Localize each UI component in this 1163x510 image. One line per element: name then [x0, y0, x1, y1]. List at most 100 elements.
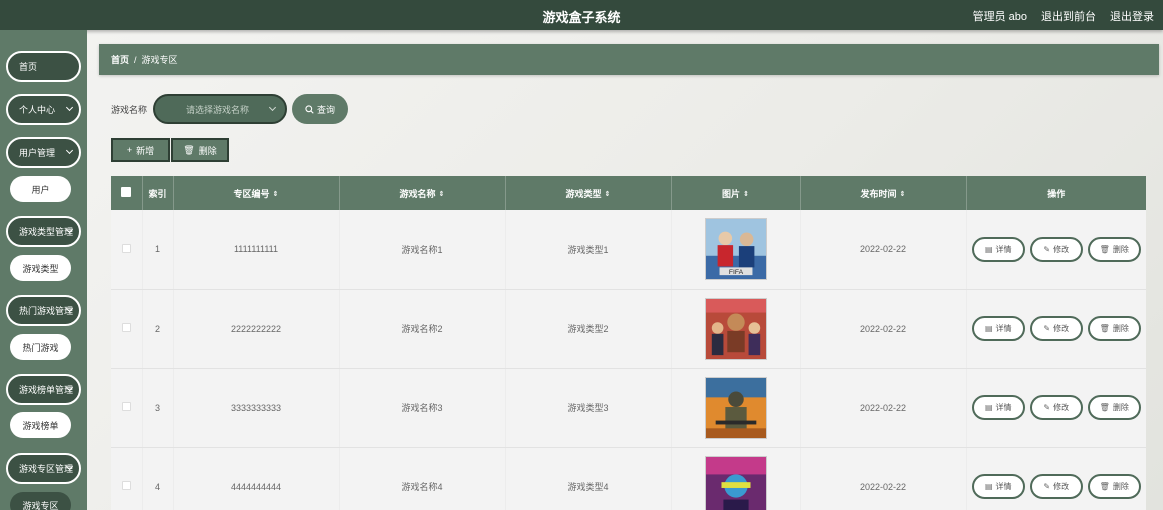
detail-label: 详情 [995, 324, 1012, 333]
cell-index: 1 [142, 210, 174, 290]
cell-game-type: 游戏类型4 [505, 447, 672, 510]
trash-icon: 🗑 [1099, 482, 1110, 491]
exit-to-front-link[interactable]: 退出到前台 [1041, 8, 1096, 24]
admin-user-label[interactable]: 管理员 abo [973, 8, 1027, 24]
document-icon: ▤ [984, 244, 993, 254]
document-icon: ▤ [984, 324, 993, 333]
detail-button[interactable]: ▤ 详情 [971, 316, 1025, 341]
batch-delete-button[interactable]: 🗑 删除 [171, 138, 229, 162]
detail-button[interactable]: ▤ 详情 [971, 236, 1025, 262]
col-header-game-name[interactable]: 游戏名称 ⇕ [339, 176, 506, 210]
sidebar-item-label: 游戏榜单 [22, 420, 59, 431]
chevron-down-icon [268, 103, 277, 112]
cell-game-type: 游戏类型3 [505, 368, 672, 448]
sidebar-subitem-game-zone[interactable]: 游戏专区 [10, 492, 71, 510]
delete-button[interactable]: 🗑 删除 [1087, 474, 1141, 499]
game-cover-image[interactable] [704, 455, 767, 510]
sidebar-item-personal-center[interactable]: 个人中心 [6, 94, 81, 125]
sort-icon[interactable]: ⇕ [273, 190, 279, 198]
sidebar-item-game-type-management[interactable]: 游戏类型管理 [6, 216, 81, 247]
sidebar-item-hot-game-management[interactable]: 热门游戏管理 [6, 295, 81, 326]
select-all-checkbox[interactable] [121, 187, 132, 197]
sidebar-item-user-management[interactable]: 用户管理 [6, 137, 81, 168]
cell-publish-time: 2022-02-22 [800, 368, 967, 448]
delete-label: 删除 [1112, 244, 1129, 254]
header-actions: 管理员 abo 退出到前台 退出登录 [973, 8, 1154, 24]
search-icon [305, 104, 314, 114]
breadcrumb: 首页 / 游戏专区 [99, 44, 1159, 75]
row-checkbox[interactable] [121, 323, 131, 332]
delete-button[interactable]: 🗑 删除 [1087, 395, 1141, 420]
sidebar-item-label: 个人中心 [19, 105, 56, 115]
search-button[interactable]: 查询 [292, 94, 348, 124]
game-name-select[interactable]: 请选择游戏名称 [153, 94, 287, 124]
sort-icon[interactable]: ⇕ [743, 190, 749, 198]
delete-label: 删除 [1112, 403, 1129, 412]
col-header-actions: 操作 [966, 176, 1146, 210]
cell-game-name: 游戏名称2 [339, 289, 506, 369]
sidebar-subitem-game-ranking[interactable]: 游戏榜单 [10, 412, 71, 438]
cell-actions: ▤ 详情 ✎ 修改 🗑 删除 [966, 210, 1146, 290]
row-select-cell [111, 210, 143, 290]
top-bar: 游戏盒子系统 管理员 abo 退出到前台 退出登录 [0, 0, 1163, 30]
game-cover-image[interactable] [704, 297, 767, 360]
col-header-label: 索引 [148, 188, 167, 199]
svg-text:FIFA: FIFA [728, 269, 743, 276]
row-checkbox[interactable] [121, 243, 131, 253]
edit-button[interactable]: ✎ 修改 [1029, 316, 1083, 341]
delete-button[interactable]: 🗑 删除 [1087, 316, 1141, 341]
sidebar-item-label: 用户管理 [19, 148, 56, 158]
sidebar-subitem-hot-game[interactable]: 热门游戏 [10, 334, 71, 360]
cell-zone-code: 4444444444 [173, 447, 340, 510]
game-cover-image[interactable] [704, 376, 767, 439]
delete-label: 删除 [1112, 482, 1129, 491]
sidebar-item-game-ranking-management[interactable]: 游戏榜单管理 [6, 374, 81, 405]
sort-icon[interactable]: ⇕ [439, 190, 445, 198]
col-header-image[interactable]: 图片 ⇕ [671, 176, 801, 210]
row-checkbox[interactable] [121, 481, 131, 490]
sort-icon[interactable]: ⇕ [900, 190, 906, 198]
breadcrumb-home[interactable]: 首页 [111, 53, 129, 66]
col-header-game-type[interactable]: 游戏类型 ⇕ [505, 176, 672, 210]
sidebar-item-home[interactable]: 首页 [6, 51, 81, 82]
table-row: 1 1111111111 游戏名称1 游戏类型1 FIFA 2022-02-22 [111, 210, 1146, 290]
logout-link[interactable]: 退出登录 [1110, 8, 1154, 24]
sidebar-subitem-user[interactable]: 用户 [10, 176, 71, 202]
cell-image [671, 368, 801, 448]
edit-button[interactable]: ✎ 修改 [1029, 395, 1083, 420]
game-cover-image[interactable]: FIFA [704, 218, 767, 281]
edit-button[interactable]: ✎ 修改 [1029, 236, 1083, 262]
cell-game-name: 游戏名称4 [339, 447, 506, 510]
sidebar-subitem-game-type[interactable]: 游戏类型 [10, 255, 71, 281]
cell-image [671, 447, 801, 510]
sidebar-item-game-zone-management[interactable]: 游戏专区管理 [6, 453, 81, 484]
col-header-label: 发布时间 [860, 188, 897, 199]
cell-image: FIFA [671, 210, 801, 290]
table-row: 4 4444444444 游戏名称4 游戏类型4 2022-02-22 ▤ 详情 … [111, 447, 1146, 510]
col-header-zone-code[interactable]: 专区编号 ⇕ [173, 176, 340, 210]
sort-icon[interactable]: ⇕ [605, 190, 611, 198]
table-row: 2 2222222222 游戏名称2 游戏类型2 2022-02-22 ▤ 详情… [111, 289, 1146, 369]
row-checkbox[interactable] [121, 402, 131, 411]
col-header-label: 游戏名称 [399, 188, 436, 199]
delete-label: 删除 [1112, 324, 1129, 333]
cell-publish-time: 2022-02-22 [800, 289, 967, 369]
sidebar-item-label: 游戏类型管理 [19, 227, 74, 237]
chevron-down-icon [65, 103, 74, 112]
table-row: 3 3333333333 游戏名称3 游戏类型3 2022-02-22 ▤ 详情 … [111, 368, 1146, 448]
detail-button[interactable]: ▤ 详情 [971, 474, 1025, 499]
breadcrumb-current: 游戏专区 [141, 55, 178, 65]
cell-image [671, 289, 801, 369]
sidebar-item-label: 游戏专区管理 [19, 464, 74, 474]
detail-button[interactable]: ▤ 详情 [971, 395, 1025, 420]
delete-button[interactable]: 🗑 删除 [1087, 236, 1141, 262]
sidebar-item-label: 首页 [19, 62, 38, 72]
edit-label: 修改 [1053, 403, 1070, 412]
add-button[interactable]: + 新增 [111, 138, 170, 162]
sidebar-item-label: 游戏专区 [22, 500, 59, 510]
detail-label: 详情 [995, 244, 1012, 254]
trash-icon: 🗑 [1099, 244, 1110, 254]
cell-index: 2 [142, 289, 174, 369]
edit-button[interactable]: ✎ 修改 [1029, 474, 1083, 499]
col-header-publish-time[interactable]: 发布时间 ⇕ [800, 176, 967, 210]
